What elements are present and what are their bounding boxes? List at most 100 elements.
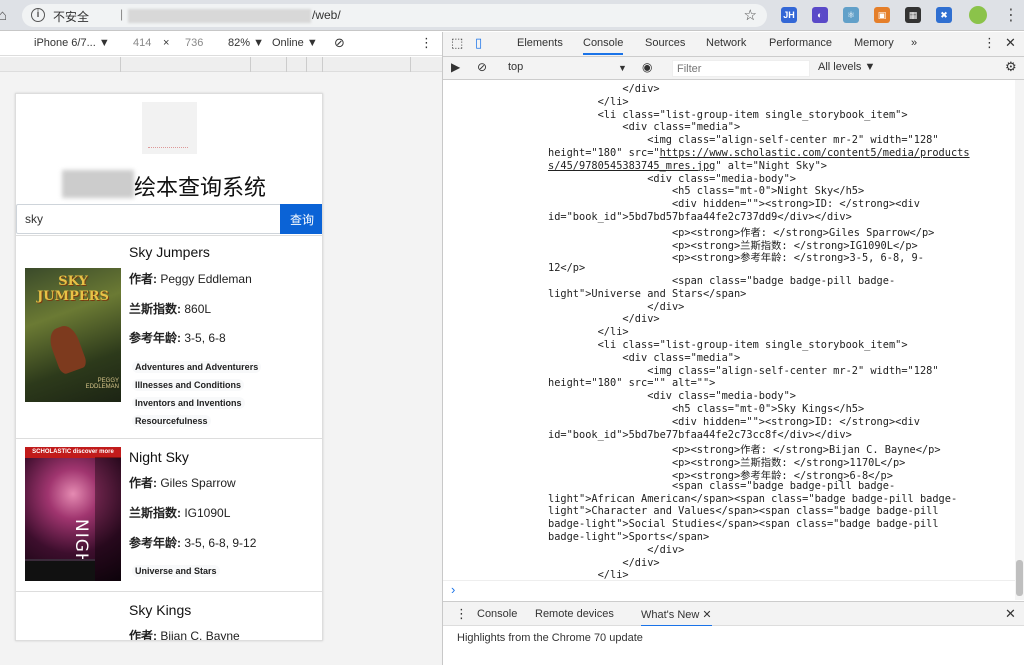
topic-badge: Universe and Stars [132, 565, 220, 577]
star-icon[interactable]: ☆ [744, 6, 757, 24]
console-prompt[interactable]: › [443, 580, 1015, 600]
extension-icon[interactable]: JH [781, 7, 797, 23]
drawer-tab-whats-new[interactable]: What's New ✕ [641, 608, 712, 627]
lexile-label: 兰斯指数: [129, 506, 181, 520]
url-text[interactable]: /web/ [312, 8, 341, 22]
console-line: <div class="media-body"> [548, 390, 796, 403]
console-line: <img class="align-self-center mr-2" widt… [548, 364, 939, 377]
extension-icon[interactable]: ⚛ [843, 7, 859, 23]
console-line: </li> [548, 95, 629, 108]
menu-icon[interactable]: ⋮ [1003, 5, 1019, 25]
filter-input[interactable] [672, 60, 810, 77]
whats-new-message: Highlights from the Chrome 70 update [457, 632, 643, 644]
tab-console[interactable]: Console [583, 37, 624, 55]
console-line: light">African American</span><span clas… [548, 492, 958, 505]
devtools-menu-icon[interactable]: ⋮ [983, 35, 996, 51]
console-line: </div> [548, 83, 660, 95]
tab-sources[interactable]: Sources [645, 37, 685, 49]
cover-ground [25, 559, 95, 581]
home-icon[interactable]: ⌂ [0, 7, 7, 24]
rotate-icon[interactable]: ⊘ [334, 35, 345, 51]
tab-network[interactable]: Network [706, 37, 746, 49]
console-line: <div class="media"> [548, 351, 741, 364]
title-redacted [62, 170, 134, 198]
console-line: <div hidden=""><strong>ID: </strong><div [548, 198, 920, 211]
drawer-menu-icon[interactable]: ⋮ [455, 606, 468, 622]
console-line: <div class="media"> [548, 121, 741, 134]
search-button[interactable]: 查询 [280, 204, 322, 234]
age-value: 3-5, 6-8 [184, 331, 226, 345]
book-author: 作者: Giles Sparrow [129, 474, 236, 491]
console-link[interactable]: https://www.scholastic.com/content5/medi… [660, 147, 970, 159]
console-line: <img class="align-self-center mr-2" widt… [548, 134, 939, 147]
page-title: 绘本查询系统 [134, 175, 267, 200]
cover-title: SKY JUMPERS [37, 274, 109, 304]
extension-icon[interactable]: ▣ [874, 7, 890, 23]
extension-icon[interactable]: ▦ [905, 7, 921, 23]
console-line: badge-light">Sports</span> [548, 531, 710, 543]
tab-performance[interactable]: Performance [769, 37, 832, 49]
width-field[interactable]: 414 [133, 37, 151, 49]
console-line: <div hidden=""><strong>ID: </strong><div [548, 415, 920, 428]
page-frame: 绘本查询系统 查询 SKY JUMPERS PEGGY EDDLEMAN Sky… [15, 93, 323, 641]
extension-icon[interactable]: ◐ [812, 7, 828, 23]
author-label: 作者: [129, 272, 157, 286]
book-title[interactable]: Night Sky [129, 449, 189, 465]
log-levels-select[interactable]: All levels ▼ [818, 61, 875, 73]
book-title[interactable]: Sky Kings [129, 602, 191, 618]
console-line: </div> [548, 543, 685, 556]
close-icon[interactable]: ✕ [1005, 35, 1016, 51]
scrollbar-thumb[interactable] [1016, 560, 1023, 596]
drawer-tab-remote-devices[interactable]: Remote devices [535, 608, 614, 620]
extension-icon[interactable]: ✖ [936, 7, 952, 23]
tab-memory[interactable]: Memory [854, 37, 894, 49]
clear-console-icon[interactable]: ⊘ [477, 60, 487, 74]
url-redacted [128, 9, 311, 23]
console-line: light">Character and Values</span><span … [548, 505, 939, 518]
device-mode-icon[interactable]: ▯ [475, 35, 482, 51]
book-author: 作者: Bijan C. Bayne [129, 627, 240, 641]
close-drawer-icon[interactable]: ✕ [1005, 606, 1016, 622]
height-field[interactable]: 736 [185, 37, 203, 49]
console-line: height="180" src="https://www.scholastic… [548, 147, 970, 159]
search-input[interactable] [16, 204, 281, 234]
book-item[interactable]: SCHOLASTIC discover more NIGHT SKY Night… [16, 438, 322, 591]
console-line: <li class="list-group-item single_storyb… [548, 339, 908, 351]
sidebar-toggle-icon[interactable]: ▶ [451, 60, 460, 74]
eye-icon[interactable]: ◉ [642, 60, 652, 74]
author-value: Peggy Eddleman [160, 272, 252, 286]
gear-icon[interactable]: ⚙ [1005, 59, 1017, 75]
zoom-select[interactable]: 82% ▼ [228, 37, 264, 49]
console-link[interactable]: s/45/9780545383745_mres.jpg [548, 160, 715, 172]
inspect-icon[interactable]: ⬚ [451, 35, 463, 51]
tab-elements[interactable]: Elements [517, 37, 563, 49]
drawer-tab-console[interactable]: Console [477, 608, 517, 620]
book-item[interactable]: SKY JUMPERS PEGGY EDDLEMAN Sky Jumpers 作… [16, 235, 322, 438]
console-line: height="180" src="" alt=""> [548, 377, 716, 390]
book-title[interactable]: Sky Jumpers [129, 244, 210, 260]
author-value: Bijan C. Bayne [160, 629, 240, 641]
console-line: id="book_id">5bd7be77bfaa44fe2c73cc8f</d… [548, 428, 852, 441]
cover-figure [45, 322, 89, 376]
network-select[interactable]: Online ▼ [272, 37, 318, 49]
console-line: </li> [548, 326, 629, 339]
device-select[interactable]: iPhone 6/7... ▼ [34, 37, 110, 49]
lexile-label: 兰斯指数: [129, 302, 181, 316]
console-scrollbar[interactable] [1015, 80, 1024, 600]
book-item[interactable]: Sky Kings 作者: Bijan C. Bayne [16, 591, 322, 641]
console-line: <h5 class="mt-0">Sky Kings</h5> [548, 403, 865, 415]
close-tab-icon[interactable]: ✕ [702, 609, 711, 621]
more-tabs-icon[interactable]: » [911, 37, 917, 49]
cover-author: PEGGY EDDLEMAN [85, 378, 119, 390]
context-select[interactable]: top [508, 61, 523, 73]
device-menu-icon[interactable]: ⋮ [420, 35, 433, 51]
omnibox[interactable]: i 不安全 | /web/ ☆ [22, 4, 767, 27]
book-author: 作者: Peggy Eddleman [129, 270, 252, 287]
chevron-down-icon[interactable]: ▼ [618, 63, 627, 73]
avatar[interactable] [969, 6, 987, 24]
console-line: <h5 class="mt-0">Night Sky</h5> [548, 185, 865, 198]
book-age: 参考年龄: 3-5, 6-8 [129, 329, 226, 346]
console-line: </div> [548, 300, 685, 313]
prompt-icon: › [451, 582, 456, 597]
info-icon[interactable]: i [31, 8, 45, 22]
